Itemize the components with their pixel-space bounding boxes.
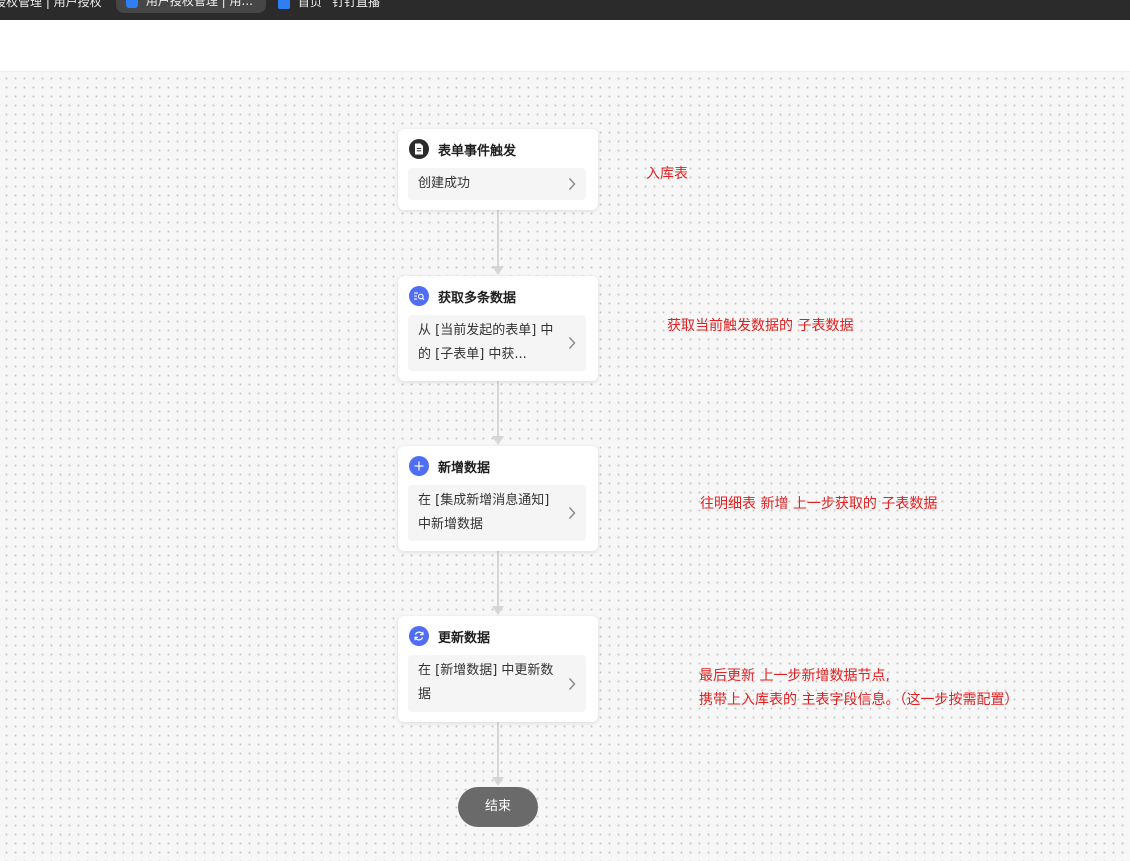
node-header: 表单事件触发: [409, 139, 516, 159]
node-header: 更新数据: [409, 626, 490, 646]
annotation-text: 获取当前触发数据的 子表数据: [667, 318, 854, 334]
annotation-text: 携带上入库表的 主表字段信息。（这一步按需配置）: [699, 692, 1019, 708]
node-config[interactable]: 从 [当前发起的表单] 中的 [子表单] 中获...: [408, 315, 586, 371]
node-config[interactable]: 在 [集成新增消息通知] 中新增数据: [408, 485, 586, 541]
bookmark-user-auth[interactable]: 授权管理 | 用户授权: [0, 0, 102, 12]
flow-connector: [497, 381, 499, 436]
refresh-icon: [409, 626, 429, 646]
arrow-down-icon: [492, 777, 504, 786]
flow-connector: [497, 722, 499, 777]
annotation-text: 最后更新 上一步新增数据节点,: [699, 668, 890, 684]
home-bookmark-icon: [278, 0, 290, 9]
chevron-right-icon: [568, 337, 576, 349]
node-title: 新增数据: [438, 460, 491, 476]
node-header: 新增数据: [409, 456, 490, 476]
node-description: 创建成功: [418, 176, 471, 191]
annotation-text: 入库表: [646, 166, 688, 182]
bookmark-live[interactable]: 钉钉直播: [332, 0, 380, 12]
arrow-down-icon: [492, 436, 504, 445]
node-title: 获取多条数据: [438, 290, 517, 306]
node-title: 更新数据: [438, 630, 491, 646]
plus-icon: [409, 456, 429, 476]
arrow-down-icon: [492, 266, 504, 275]
browser-bookmark-bar: 授权管理 | 用户授权 用户授权管理 | 用... 首页 钉钉直播: [0, 0, 1130, 20]
flow-connector: [497, 551, 499, 606]
flow-node-form-trigger[interactable]: 表单事件触发 创建成功: [398, 129, 598, 210]
bookmark-label: 钉钉直播: [332, 0, 381, 9]
node-description: 在 [新增数据] 中更新数据: [418, 663, 554, 702]
node-config[interactable]: 在 [新增数据] 中更新数据: [408, 655, 586, 712]
bookmark-label: 首页: [297, 0, 322, 9]
form-document-icon: [409, 139, 429, 159]
flow-node-get-data[interactable]: 获取多条数据 从 [当前发起的表单] 中的 [子表单] 中获...: [398, 276, 598, 381]
node-config[interactable]: 创建成功: [408, 168, 586, 200]
end-label: 结束: [484, 799, 511, 814]
flow-end-node[interactable]: 结束: [458, 787, 538, 827]
chevron-right-icon: [568, 178, 576, 190]
flow-node-update-data[interactable]: 更新数据 在 [新增数据] 中更新数据: [398, 616, 598, 722]
bookmark-label: 用户授权管理 | 用...: [145, 0, 253, 8]
node-header: 获取多条数据: [409, 286, 516, 306]
page-header: [0, 20, 1130, 72]
flow-node-add-data[interactable]: 新增数据 在 [集成新增消息通知] 中新增数据: [398, 446, 598, 551]
bookmark-home[interactable]: 首页: [278, 0, 322, 12]
chevron-right-icon: [568, 507, 576, 519]
app-logo-icon: [126, 0, 138, 8]
arrow-down-icon: [492, 606, 504, 615]
node-description: 从 [当前发起的表单] 中的 [子表单] 中获...: [418, 323, 554, 362]
node-title: 表单事件触发: [438, 143, 517, 159]
annotation-text: 往明细表 新增 上一步获取的 子表数据: [700, 496, 938, 512]
bookmark-user-auth-manage[interactable]: 用户授权管理 | 用...: [116, 0, 266, 13]
node-description: 在 [集成新增消息通知] 中新增数据: [418, 493, 550, 532]
bookmark-label: 授权管理 | 用户授权: [0, 0, 102, 9]
chevron-right-icon: [568, 677, 576, 690]
flow-connector: [497, 210, 499, 266]
query-data-icon: [409, 286, 429, 306]
